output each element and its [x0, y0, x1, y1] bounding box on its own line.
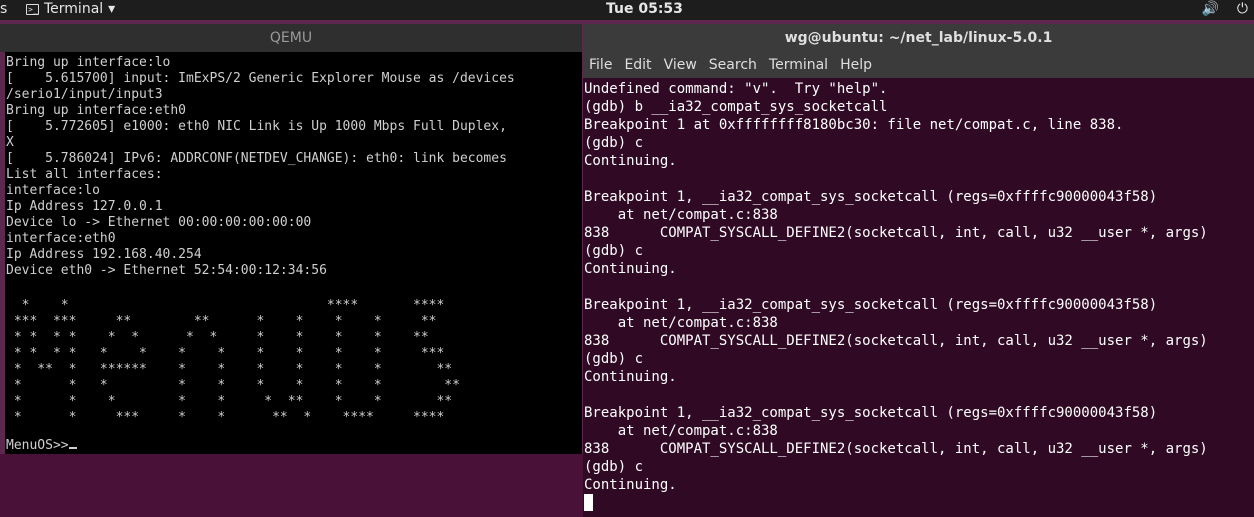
- terminal-line: 838 COMPAT_SYSCALL_DEFINE2(socketcall, i…: [584, 441, 1208, 457]
- volume-icon[interactable]: 🔊: [1201, 1, 1218, 17]
- clock[interactable]: Tue 05:53: [606, 1, 683, 17]
- menu-search[interactable]: Search: [709, 52, 757, 78]
- menu-edit[interactable]: Edit: [624, 52, 651, 78]
- terminal-line: (gdb) c: [584, 135, 644, 151]
- terminal-line: (gdb) b __ia32_compat_sys_socketcall: [584, 99, 888, 115]
- terminal-title[interactable]: wg@ubuntu: ~/net_lab/linux-5.0.1: [583, 24, 1254, 52]
- menu-terminal[interactable]: Terminal: [769, 52, 828, 78]
- log-line: Ip Address 192.168.40.254: [6, 247, 202, 262]
- banner-line: * * * * * * ** * * **: [6, 394, 453, 409]
- terminal-line: Continuing.: [584, 369, 677, 385]
- terminal-line: Breakpoint 1, __ia32_compat_sys_socketca…: [584, 405, 1158, 421]
- qemu-screen[interactable]: Bring up interface:lo [ 5.615700] input:…: [5, 52, 582, 454]
- menu-view[interactable]: View: [664, 52, 697, 78]
- menuos-banner: * * **** **** *** *** ** ** * * * * ** *…: [5, 279, 582, 426]
- log-line: [ 5.615700] input: ImExPS/2 Generic Expl…: [6, 71, 515, 86]
- log-line: Ip Address 127.0.0.1: [6, 199, 163, 214]
- banner-line: * * *** * * ** * **** ****: [6, 410, 445, 425]
- terminal-line: 838 COMPAT_SYSCALL_DEFINE2(socketcall, i…: [584, 225, 1208, 241]
- log-line: Bring up interface:eth0: [6, 103, 187, 118]
- menu-help[interactable]: Help: [840, 52, 872, 78]
- power-icon[interactable]: ⏻: [1237, 1, 1248, 17]
- log-line: interface:lo: [6, 183, 100, 198]
- terminal-line: Breakpoint 1, __ia32_compat_sys_socketca…: [584, 297, 1158, 313]
- log-line: /serio1/input/input3: [6, 87, 163, 102]
- banner-line: * * * * * * * * * **: [6, 378, 460, 393]
- chevron-down-icon: ▾: [108, 1, 116, 17]
- banner-line: * * **** ****: [6, 298, 445, 313]
- log-line: [ 5.786024] IPv6: ADDRCONF(NETDEV_CHANGE…: [6, 151, 507, 166]
- terminal-line: (gdb) c: [584, 351, 644, 367]
- menuos-prompt[interactable]: MenuOS>>: [6, 435, 77, 454]
- qemu-boot-log: Bring up interface:lo [ 5.615700] input:…: [5, 52, 582, 279]
- terminal-line: 838 COMPAT_SYSCALL_DEFINE2(socketcall, i…: [584, 333, 1208, 349]
- desktop-background: [0, 454, 583, 517]
- cursor: [68, 435, 77, 449]
- app-menu-label: Terminal: [44, 1, 104, 17]
- terminal-line: at net/compat.c:838: [584, 207, 778, 223]
- terminal-menubar: File Edit View Search Terminal Help: [583, 52, 1254, 78]
- terminal-line: Undefined command: "v". Try "help".: [584, 81, 888, 97]
- prompt-text: MenuOS>>: [6, 438, 69, 453]
- terminal-line: Continuing.: [584, 477, 677, 493]
- qemu-title[interactable]: QEMU: [0, 24, 582, 52]
- log-line: Device lo -> Ethernet 00:00:00:00:00:00: [6, 215, 312, 230]
- terminal-line: Continuing.: [584, 153, 677, 169]
- banner-line: * * * * * * * * * * * * ***: [6, 346, 445, 361]
- terminal-window[interactable]: wg@ubuntu: ~/net_lab/linux-5.0.1 File Ed…: [583, 24, 1254, 517]
- log-line: List all interfaces:: [6, 167, 163, 182]
- menu-file[interactable]: File: [589, 52, 612, 78]
- terminal-body[interactable]: Undefined command: "v". Try "help". (gdb…: [583, 78, 1254, 517]
- log-line: interface:eth0: [6, 231, 116, 246]
- terminal-line: Continuing.: [584, 261, 677, 277]
- banner-line: * * * * * * * * * * * * **: [6, 330, 429, 345]
- log-line: X: [6, 135, 14, 150]
- qemu-window[interactable]: QEMU Bring up interface:lo [ 5.615700] i…: [0, 24, 582, 454]
- terminal-line: (gdb) c: [584, 459, 644, 475]
- terminal-cursor: [584, 494, 593, 511]
- log-line: Bring up interface:lo: [6, 55, 171, 70]
- banner-line: *** *** ** ** * * * * **: [6, 314, 437, 329]
- activities-button[interactable]: s: [0, 1, 7, 17]
- banner-line: * ** * ****** * * * * * * **: [6, 362, 453, 377]
- terminal-line: at net/compat.c:838: [584, 423, 778, 439]
- terminal-line: (gdb) c: [584, 243, 644, 259]
- terminal-icon: >_: [26, 3, 39, 15]
- system-tray[interactable]: 🔊 ⏻: [1201, 1, 1248, 17]
- gdb-output: Undefined command: "v". Try "help". (gdb…: [583, 78, 1254, 512]
- log-line: [ 5.772605] e1000: eth0 NIC Link is Up 1…: [6, 119, 507, 134]
- log-line: Device eth0 -> Ethernet 52:54:00:12:34:5…: [6, 263, 327, 278]
- top-panel: s >_ Terminal ▾ Tue 05:53 🔊 ⏻: [0, 0, 1254, 20]
- app-menu[interactable]: >_ Terminal ▾: [26, 1, 115, 17]
- terminal-line: Breakpoint 1 at 0xffffffff8180bc30: file…: [584, 117, 1124, 133]
- terminal-line: at net/compat.c:838: [584, 315, 778, 331]
- terminal-line: Breakpoint 1, __ia32_compat_sys_socketca…: [584, 189, 1158, 205]
